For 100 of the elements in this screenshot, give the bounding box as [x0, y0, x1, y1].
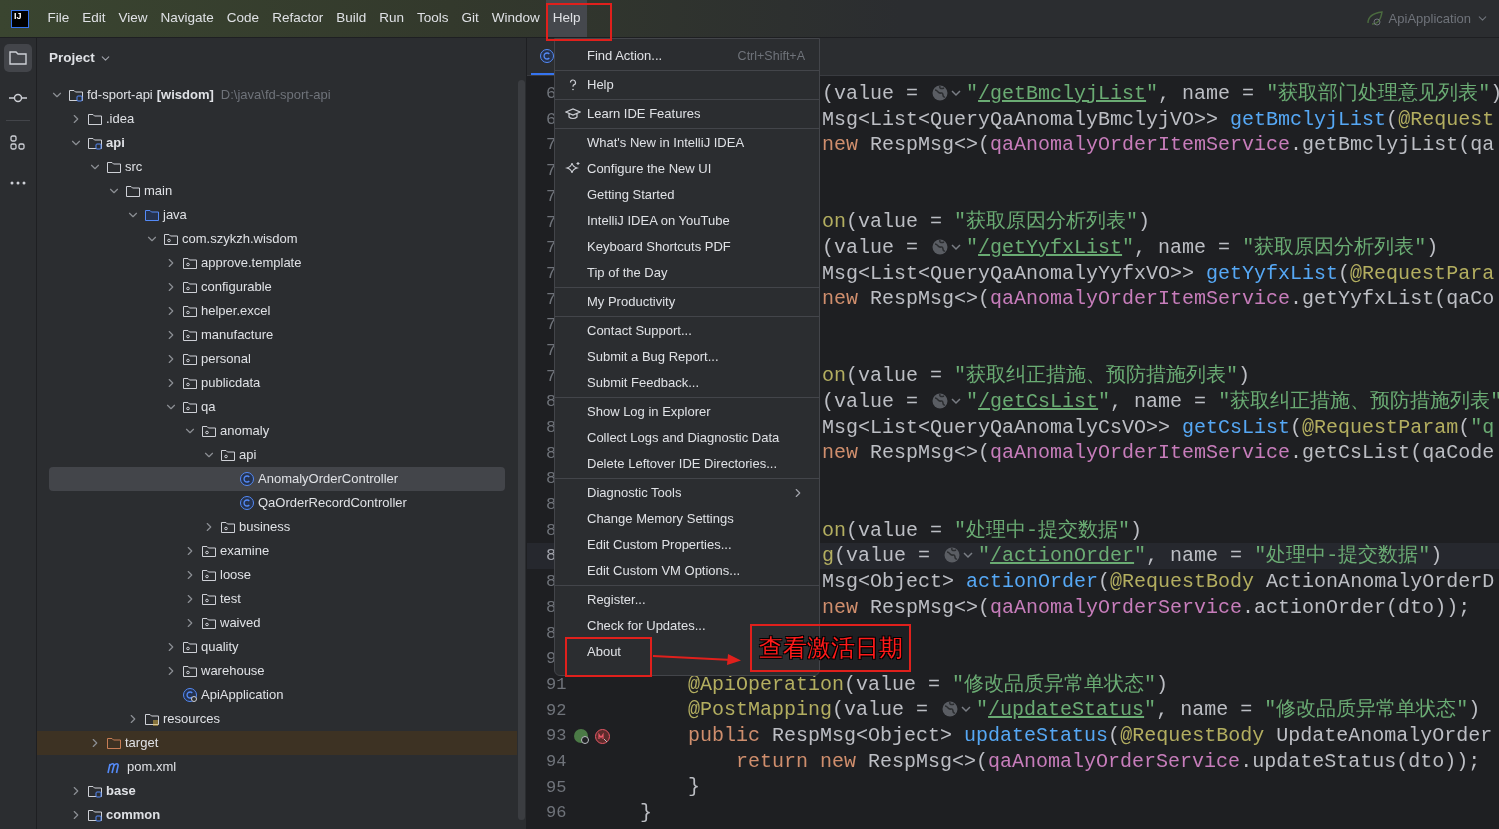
menu-entry[interactable]: Submit Feedback... [559, 370, 709, 396]
menu-entry[interactable]: IntelliJ IDEA on YouTube [559, 208, 740, 234]
package-icon [201, 567, 217, 583]
tree-item[interactable]: examine [49, 539, 505, 563]
menu-item[interactable]: Tools [410, 0, 455, 37]
tree-item[interactable]: manufacture [49, 323, 505, 347]
tree-item[interactable]: test [49, 587, 505, 611]
menu-entry[interactable]: Tip of the Day [559, 260, 678, 286]
menu-item[interactable]: Help [546, 0, 588, 37]
folder-icon [125, 183, 141, 199]
tree-item[interactable]: approve.template [49, 251, 505, 275]
code-line: Msg<Object> actionOrder(@RequestBody ActionAnomalyOrderD [822, 568, 1495, 595]
menu-entry[interactable]: Help [559, 72, 624, 98]
resources-folder-icon [144, 711, 160, 727]
code-line: new RespMsg<>(qaAnomalyOrderItemService.getYyfxList(qaCo [822, 286, 1495, 313]
tree-item-label: anomaly [220, 422, 270, 441]
menu-item[interactable]: Edit [75, 0, 113, 37]
menu-entry[interactable]: Keyboard Shortcuts PDF [559, 234, 741, 260]
menu-item[interactable]: Git [455, 0, 486, 37]
menu-entry[interactable]: What's New in IntelliJ IDEA [559, 130, 755, 156]
menu-item[interactable]: Code [220, 0, 266, 37]
tree-item[interactable]: src [49, 155, 505, 179]
menu-entry[interactable]: About [559, 639, 631, 665]
tree-item[interactable]: api [49, 131, 505, 155]
menu-entry[interactable]: Contact Support... [559, 318, 702, 344]
tree-item[interactable]: personal [49, 347, 505, 371]
tree-item[interactable]: business [49, 515, 505, 539]
menu-entry-label: Change Memory Settings [587, 510, 734, 529]
folder-icon [144, 207, 160, 223]
tree-item[interactable]: main [49, 179, 505, 203]
tree-item[interactable]: publicdata [49, 371, 505, 395]
tree-item[interactable]: java [49, 203, 505, 227]
tree-item[interactable]: pom.xml [49, 755, 505, 779]
menu-entry[interactable]: Delete Leftover IDE Directories... [559, 451, 788, 477]
tree-item[interactable]: fd-sport-api [wisdom] D:\java\fd-sport-api [49, 83, 505, 107]
tree-item[interactable]: AnomalyOrderController [49, 467, 505, 491]
tree-item-label: helper.excel [201, 302, 271, 321]
tree-item[interactable]: .idea [49, 107, 505, 131]
tree-item[interactable]: common [49, 803, 505, 827]
panel-title[interactable]: Project [49, 47, 112, 69]
line-number: 96 [545, 802, 566, 825]
menu-entry[interactable]: Show Log in Explorer [559, 399, 721, 425]
tree-item[interactable]: target [49, 731, 505, 755]
tree-item-label: api [239, 446, 257, 465]
code-line: return new RespMsg<>(qaAnomalyOrderService.updateStatus(dto)); [735, 748, 1481, 775]
tree-item[interactable]: com.szykzh.wisdom [49, 227, 505, 251]
menu-item[interactable]: Refactor [265, 0, 330, 37]
tree-item[interactable]: configurable [49, 275, 505, 299]
menu-entry[interactable]: Submit a Bug Report... [559, 344, 729, 370]
code-line: on(value = "获取纠正措施、预防措施列表") [822, 363, 1251, 390]
menu-entry[interactable]: Check for Updates... [559, 613, 716, 639]
menu-entry-label: Contact Support... [587, 322, 692, 341]
tree-item-label: approve.template [201, 254, 302, 273]
menu-entry[interactable]: Getting Started [559, 182, 685, 208]
method-icon [594, 727, 611, 745]
menu-item[interactable]: Navigate [154, 0, 221, 37]
tree-item[interactable]: ApiApplication [49, 683, 505, 707]
menu-entry-label: Getting Started [587, 186, 675, 205]
folder-icon [8, 48, 28, 68]
tree-item-label: warehouse [201, 662, 265, 681]
package-icon [182, 327, 198, 343]
menu-entry[interactable]: Learn IDE Features [559, 101, 711, 127]
annotation-note: 查看激活日期 [758, 633, 903, 663]
tree-item[interactable]: helper.excel [49, 299, 505, 323]
menu-item[interactable]: View [112, 0, 155, 37]
tree-item-label: pom.xml [127, 758, 177, 777]
menu-entry[interactable]: Change Memory Settings [559, 506, 744, 532]
tree-item[interactable]: QaOrderRecordController [49, 491, 505, 515]
tree-item[interactable]: warehouse [49, 659, 505, 683]
menu-entry[interactable]: Register... [559, 587, 656, 613]
tree-item[interactable]: api [49, 443, 505, 467]
menu-entry[interactable]: Edit Custom VM Options... [559, 558, 751, 584]
tree-item[interactable]: quality [49, 635, 505, 659]
tree-item[interactable]: anomaly [49, 419, 505, 443]
code-line: Msg<List<QueryQaAnomalyBmclyjVO>> getBmclyjList(@Request [822, 106, 1495, 133]
menu-entry[interactable]: Collect Logs and Diagnostic Data [559, 425, 790, 451]
menu-item[interactable]: Window [485, 0, 547, 37]
module-folder-icon [87, 783, 103, 799]
code-line: new RespMsg<>(qaAnomalyOrderService.actionOrder(dto)); [822, 594, 1471, 621]
tree-item[interactable]: resources [49, 707, 505, 731]
menu-entry[interactable]: My Productivity [559, 289, 686, 315]
menu-entry[interactable]: Diagnostic Tools [559, 480, 815, 506]
menu-item[interactable]: Run [372, 0, 411, 37]
menu-entry[interactable]: Edit Custom Properties... [559, 532, 742, 558]
tree-item[interactable]: qa [49, 395, 505, 419]
tool-window-button[interactable] [4, 44, 32, 72]
tree-item[interactable]: waived [49, 611, 505, 635]
highlight-overlay [546, 3, 612, 41]
menu-item[interactable]: Build [329, 0, 373, 37]
code-line: Msg<List<QueryQaAnomalyCsVO>> getCsList(@RequestParam("q [822, 414, 1495, 441]
menu-entry[interactable]: Configure the New UI [559, 156, 722, 182]
menu-item[interactable]: File [41, 0, 76, 37]
code-line: new RespMsg<>(qaAnomalyOrderItemService.getCsList(qaCode [822, 440, 1495, 467]
tree-item-label: main [144, 182, 173, 201]
tree-item[interactable]: base [49, 779, 505, 803]
app-logo: IJ [11, 9, 29, 28]
tree-item[interactable]: loose [49, 563, 505, 587]
menu-entry[interactable]: Find Action... Ctrl+Shift+A [559, 43, 815, 69]
structure-icon [8, 133, 28, 153]
scrollbar[interactable] [518, 80, 525, 820]
